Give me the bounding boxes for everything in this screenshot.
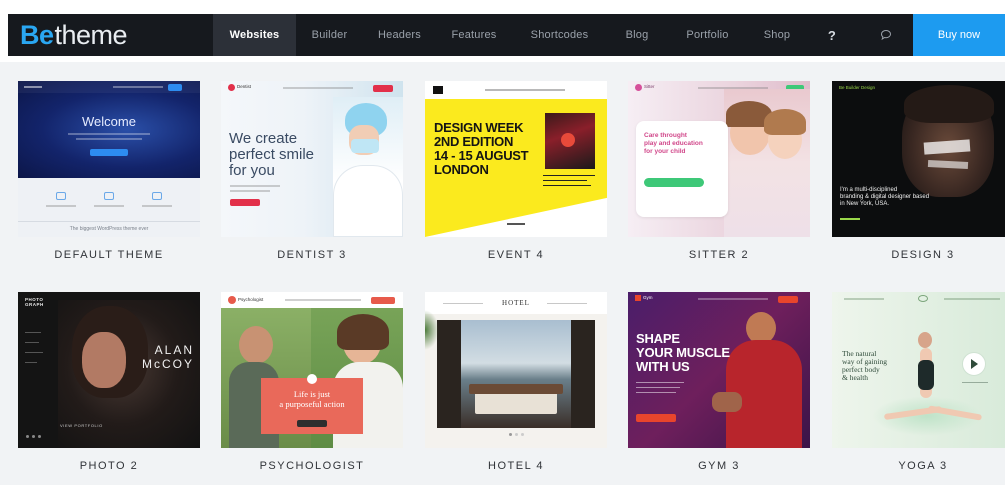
view-portfolio-link: VIEW PORTFOLIO	[60, 423, 103, 428]
help-icon[interactable]: ?	[806, 14, 858, 56]
hotel-bed	[475, 392, 557, 414]
card-thumbnail: Be Builder Design I'm a multi-discipline…	[832, 81, 1005, 237]
woman-hair	[337, 314, 389, 350]
nav-headers[interactable]: Headers	[363, 14, 436, 56]
hero-button	[230, 199, 260, 206]
play-icon	[971, 359, 978, 369]
feature-icon	[56, 192, 66, 200]
design-logo: Be Builder Design	[839, 85, 876, 90]
chat-icon[interactable]	[858, 14, 913, 56]
hero-headline-2: branding & digital designer based	[840, 194, 930, 200]
card-label: DEFAULT THEME	[54, 249, 164, 261]
man-face	[239, 326, 273, 364]
card-thumbnail: The natural way of gaining perfect body …	[832, 292, 1005, 448]
hero-headline-1: SHAPE	[636, 331, 680, 346]
card-label: DENTIST 3	[277, 249, 347, 261]
card-thumbnail: PHOTO GRAPH ALAN McCOY VIEW PORTFOLIO	[18, 292, 200, 448]
hero-headline-4: LONDON	[434, 162, 489, 177]
hero-headline-2: McCOY	[142, 357, 194, 371]
nav-features[interactable]: Features	[436, 14, 512, 56]
card-label: SITTER 2	[688, 249, 750, 261]
card-label: PSYCHOLOGIST	[259, 460, 365, 472]
card-thumbnail: Sitter Care throught play and education …	[628, 81, 810, 237]
hero-headline-1: Life is just	[293, 389, 331, 399]
doctor-coat	[333, 165, 403, 237]
websites-grid: Welcome The biggest WordPress theme ever…	[0, 62, 1005, 485]
portrait-hair	[904, 85, 994, 123]
card-thumbnail: Psychologist Life is just a purposeful a…	[221, 292, 403, 448]
mini-nav: Dentist	[221, 81, 403, 93]
nav-websites[interactable]: Websites	[213, 14, 296, 56]
feature-icon	[104, 192, 114, 200]
yoga-logo-icon	[918, 295, 928, 302]
buy-now-button[interactable]: Buy now	[913, 14, 1005, 56]
betheme-logo[interactable]: Be theme	[8, 14, 213, 56]
hero-headline-2: play and education	[644, 140, 703, 147]
hero-headline-3: for you	[229, 162, 275, 179]
hero-headline-1: ALAN	[154, 343, 194, 357]
card-thumbnail: DESIGN WEEK 2ND EDITION 14 - 15 AUGUST L…	[425, 81, 607, 237]
nav-builder[interactable]: Builder	[296, 14, 363, 56]
hero-headline-1: I'm a multi-disciplined	[840, 187, 898, 193]
event-logo-icon	[433, 86, 443, 94]
card-thumbnail: Dentist We create perfect smile for you	[221, 81, 403, 237]
hero-headline-1: Care throught	[644, 132, 687, 139]
hero-headline-1: We create	[229, 130, 298, 147]
footer-text: The biggest WordPress theme ever	[69, 226, 149, 232]
card-label: EVENT 4	[487, 249, 545, 261]
child-hair	[764, 109, 806, 135]
hero-button	[636, 414, 676, 422]
nav-blog[interactable]: Blog	[607, 14, 667, 56]
hero-title: Welcome	[82, 114, 136, 129]
yoga-head	[918, 332, 932, 348]
nav-shortcodes[interactable]: Shortcodes	[512, 14, 607, 56]
card-label: YOGA 3	[898, 460, 948, 472]
card-label: HOTEL 4	[488, 460, 544, 472]
hero-button	[90, 149, 128, 156]
card-label: PHOTO 2	[79, 460, 139, 472]
tooth-logo-icon	[228, 84, 235, 91]
hero-headline-3: for your child	[644, 148, 686, 155]
hero-headline-4: & health	[842, 373, 869, 382]
hero-headline-2: perfect smile	[229, 146, 315, 163]
card-label: GYM 3	[698, 460, 740, 472]
hero-headline-2: 2ND EDITION	[434, 134, 514, 149]
psychologist-logo-icon	[228, 296, 236, 304]
hero-headline-2: a purposeful action	[279, 399, 345, 409]
card-thumbnail: Gym SHAPE YOUR MUSCLE WITH US	[628, 292, 810, 448]
portrait-face	[82, 332, 126, 388]
hero-headline-2: YOUR MUSCLE	[636, 345, 730, 360]
hero-headline-3: 14 - 15 AUGUST	[434, 148, 529, 163]
card-thumbnail: HOTEL	[425, 292, 607, 448]
main-navigation: Be theme Websites Builder Headers Feature…	[8, 14, 1005, 56]
yoga-outfit	[918, 360, 934, 390]
hero-background	[18, 81, 200, 178]
sitter-logo-icon	[635, 84, 642, 91]
photo-logo-2: GRAPH	[25, 302, 44, 307]
chat-bubble-icon	[880, 29, 891, 41]
plant	[425, 310, 439, 350]
mini-nav: HOTEL	[425, 292, 607, 314]
gym-logo-icon	[635, 295, 641, 301]
hero-headline-1: DESIGN WEEK	[434, 120, 524, 135]
card-thumbnail: Welcome The biggest WordPress theme ever	[18, 81, 200, 237]
mini-nav	[18, 81, 200, 93]
mini-nav: Psychologist	[221, 292, 403, 308]
nav-shop[interactable]: Shop	[748, 14, 806, 56]
mini-nav	[425, 81, 607, 99]
hero-headline-3: WITH US	[636, 359, 690, 374]
logo-be: Be	[20, 19, 54, 50]
mini-nav	[832, 292, 1005, 304]
hero-button	[644, 178, 704, 187]
card-label: DESIGN 3	[891, 249, 955, 261]
nav-portfolio[interactable]: Portfolio	[667, 14, 748, 56]
feature-icon	[152, 192, 162, 200]
hero-headline-3: in New York, USA.	[840, 201, 890, 207]
athlete-arm	[712, 392, 742, 412]
top-bar: Be theme Websites Builder Headers Feature…	[0, 0, 1005, 62]
logo-theme: theme	[54, 19, 128, 50]
hero-button	[297, 420, 327, 427]
face-mask	[351, 139, 379, 153]
mini-nav: Gym	[628, 292, 810, 304]
